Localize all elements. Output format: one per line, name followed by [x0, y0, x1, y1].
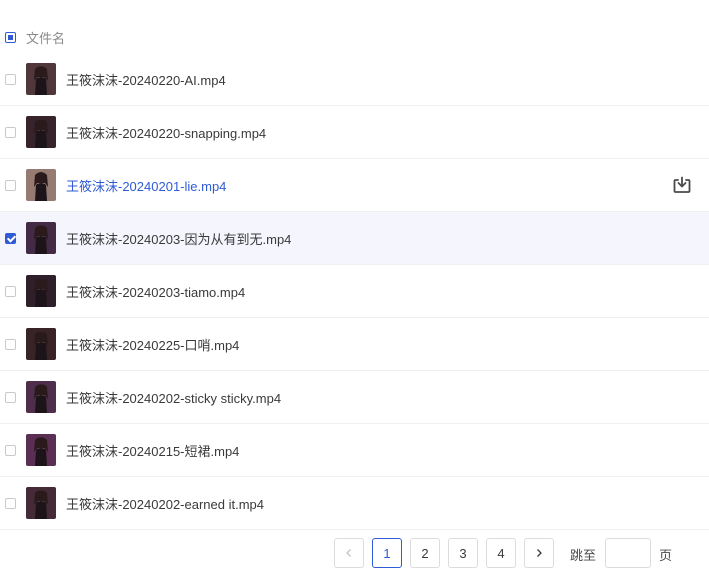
chevron-right-icon: [537, 549, 542, 557]
video-thumbnail: [26, 222, 56, 254]
file-name[interactable]: 王筱沫沫-20240203-因为从有到无.mp4: [66, 229, 291, 248]
prev-page-button[interactable]: [334, 538, 364, 568]
video-thumbnail: [26, 487, 56, 519]
file-row[interactable]: 王筱沫沫-20240202-earned it.mp4: [0, 477, 709, 530]
row-checkbox[interactable]: [5, 498, 16, 509]
file-name[interactable]: 王筱沫沫-20240215-短裙.mp4: [66, 441, 239, 460]
row-checkbox[interactable]: [5, 445, 16, 456]
select-all-checkbox[interactable]: [5, 31, 16, 43]
row-checkbox[interactable]: [5, 339, 16, 350]
page-3-button[interactable]: 3: [448, 538, 478, 568]
video-thumbnail: [26, 63, 56, 95]
file-row[interactable]: 王筱沫沫-20240203-因为从有到无.mp4: [0, 212, 709, 265]
row-checkbox[interactable]: [5, 74, 16, 85]
pagination: 1 2 3 4 跳至 页: [0, 538, 709, 570]
video-thumbnail: [26, 434, 56, 466]
file-name[interactable]: 王筱沫沫-20240225-口哨.mp4: [66, 335, 239, 354]
file-name[interactable]: 王筱沫沫-20240220-AI.mp4: [66, 70, 226, 89]
table-header: 文件名: [0, 26, 709, 48]
page-2-button[interactable]: 2: [410, 538, 440, 568]
file-row[interactable]: 王筱沫沫-20240215-短裙.mp4: [0, 424, 709, 477]
download-icon: [673, 176, 691, 193]
row-checkbox[interactable]: [5, 180, 16, 191]
jump-to-label: 跳至: [570, 548, 597, 563]
file-name[interactable]: 王筱沫沫-20240202-sticky sticky.mp4: [66, 388, 281, 407]
video-thumbnail: [26, 116, 56, 148]
file-row[interactable]: 王筱沫沫-20240220-snapping.mp4: [0, 106, 709, 159]
row-checkbox[interactable]: [5, 286, 16, 297]
file-row[interactable]: 王筱沫沫-20240225-口哨.mp4: [0, 318, 709, 371]
next-page-button[interactable]: [524, 538, 554, 568]
file-row[interactable]: 王筱沫沫-20240220-AI.mp4: [0, 53, 709, 106]
filename-column-header: 文件名: [26, 30, 66, 46]
video-thumbnail: [26, 169, 56, 201]
file-name[interactable]: 王筱沫沫-20240201-lie.mp4: [66, 176, 226, 195]
file-row[interactable]: 王筱沫沫-20240201-lie.mp4: [0, 159, 709, 212]
row-checkbox[interactable]: [5, 392, 16, 403]
file-row[interactable]: 王筱沫沫-20240203-tiamo.mp4: [0, 265, 709, 318]
page-suffix-label: 页: [659, 548, 673, 563]
page-4-button[interactable]: 4: [486, 538, 516, 568]
file-name[interactable]: 王筱沫沫-20240202-earned it.mp4: [66, 494, 264, 513]
page-1-button[interactable]: 1: [372, 538, 402, 568]
file-name[interactable]: 王筱沫沫-20240203-tiamo.mp4: [66, 282, 245, 301]
file-row[interactable]: 王筱沫沫-20240202-sticky sticky.mp4: [0, 371, 709, 424]
file-list: 王筱沫沫-20240220-AI.mp4 王筱沫沫-20240220-snappi…: [0, 53, 709, 530]
jump-page-input[interactable]: [605, 538, 651, 568]
file-name[interactable]: 王筱沫沫-20240220-snapping.mp4: [66, 123, 266, 142]
download-button[interactable]: [671, 174, 693, 196]
row-checkbox[interactable]: [5, 127, 16, 138]
video-thumbnail: [26, 275, 56, 307]
video-thumbnail: [26, 328, 56, 360]
video-thumbnail: [26, 381, 56, 413]
row-checkbox[interactable]: [5, 233, 16, 244]
chevron-left-icon: [346, 549, 351, 557]
